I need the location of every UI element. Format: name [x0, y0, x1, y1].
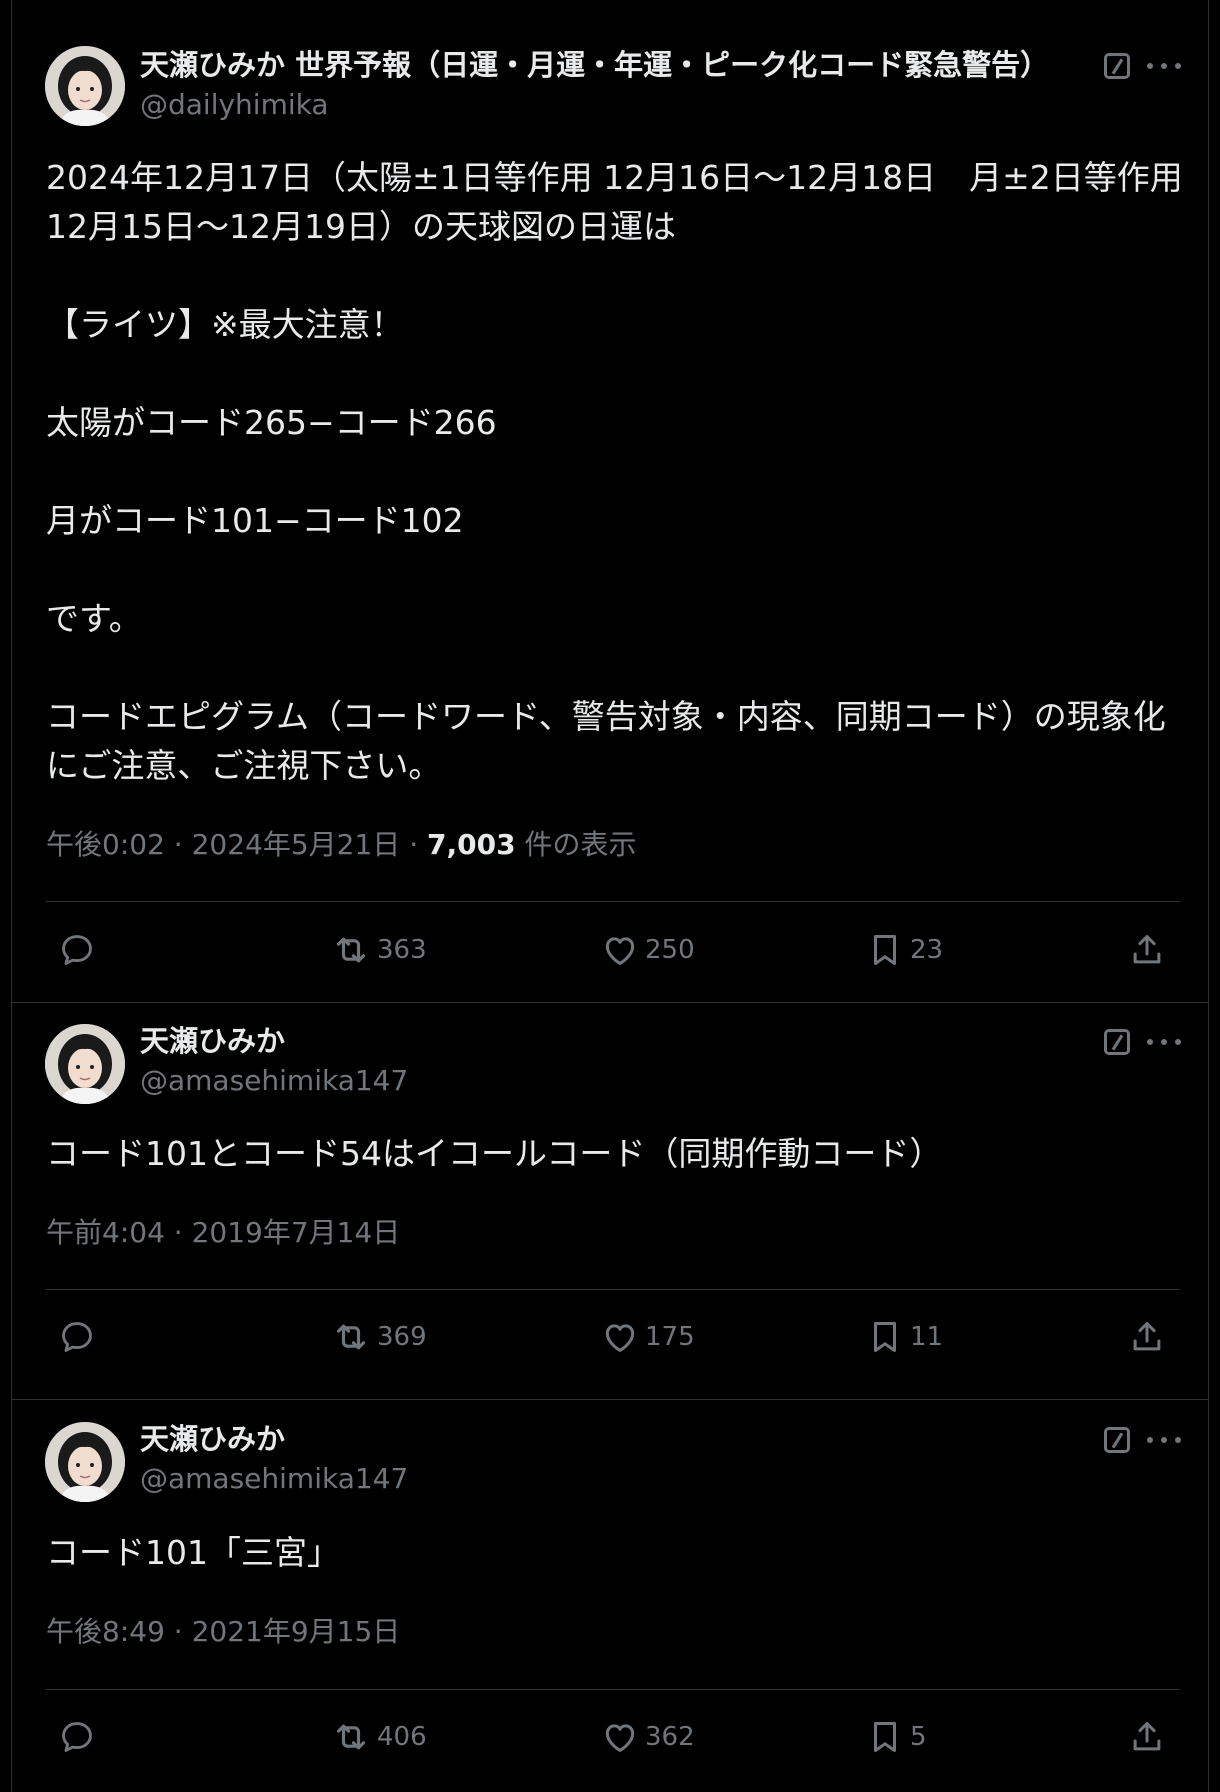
reply-icon: [62, 1722, 92, 1752]
post-time[interactable]: 午後0:02: [46, 828, 165, 861]
reply-icon: [62, 935, 92, 965]
like-icon: [605, 1724, 635, 1752]
avatar[interactable]: [45, 1024, 125, 1104]
repost-button[interactable]: 406: [331, 1712, 427, 1762]
share-icon: [1133, 1722, 1161, 1751]
reply-button[interactable]: [58, 925, 96, 975]
views-label: 件の表示: [524, 828, 637, 861]
repost-button[interactable]: 363: [331, 925, 427, 975]
action-bar: 363 250 23: [46, 925, 1180, 975]
avatar[interactable]: [45, 46, 125, 126]
bookmark-icon: [873, 1722, 897, 1752]
divider: [46, 901, 1180, 902]
author-handle[interactable]: @dailyhimika: [140, 88, 329, 122]
bookmark-button[interactable]: 5: [866, 1712, 927, 1762]
author-handle[interactable]: @amasehimika147: [140, 1064, 408, 1098]
share-button[interactable]: [1128, 1712, 1166, 1762]
like-button[interactable]: 175: [601, 1312, 695, 1362]
post-text: コード101「三宮」: [46, 1533, 340, 1572]
author-handle[interactable]: @amasehimika147: [140, 1462, 408, 1496]
post-date[interactable]: 2024年5月21日: [192, 828, 401, 861]
repost-count: 369: [377, 1322, 427, 1352]
like-count: 362: [645, 1722, 695, 1752]
post-3[interactable]: 天瀬ひみか @amasehimika147 コード101「三宮」 午後8:49 …: [11, 1400, 1209, 1792]
share-button[interactable]: [1128, 1312, 1166, 1362]
like-button[interactable]: 250: [601, 925, 695, 975]
like-button[interactable]: 362: [601, 1712, 695, 1762]
post-text: コード101とコード54はイコールコード（同期作動コード）: [46, 1134, 943, 1173]
post-time[interactable]: 午後8:49: [46, 1615, 165, 1648]
like-count: 250: [645, 935, 695, 965]
reply-button[interactable]: [58, 1312, 96, 1362]
like-count: 175: [645, 1322, 695, 1352]
share-icon: [1133, 1322, 1161, 1351]
view-count: 7,003: [427, 828, 516, 861]
reply-button[interactable]: [58, 1712, 96, 1762]
post-date[interactable]: 2021年9月15日: [192, 1615, 401, 1648]
post-meta: 午後8:49 · 2021年9月15日: [46, 1615, 401, 1648]
more-icon[interactable]: [1147, 1436, 1181, 1444]
post-2[interactable]: 天瀬ひみか @amasehimika147 コード101とコード54はイコールコ…: [11, 1003, 1209, 1400]
author-name[interactable]: 天瀬ひみか: [140, 1421, 285, 1457]
avatar[interactable]: [45, 1422, 125, 1502]
bookmark-count: 23: [910, 935, 944, 965]
repost-button[interactable]: 369: [331, 1312, 427, 1362]
repost-icon: [336, 937, 366, 963]
repost-count: 363: [377, 935, 427, 965]
more-icon[interactable]: [1147, 1038, 1181, 1046]
bookmark-button[interactable]: 23: [866, 925, 943, 975]
grok-icon[interactable]: [1104, 1427, 1130, 1453]
author-name[interactable]: 天瀬ひみか 世界予報（日運・月運・年運・ピーク化コード緊急警告）: [140, 47, 1049, 83]
share-button[interactable]: [1128, 925, 1166, 975]
repost-icon: [336, 1324, 366, 1350]
reply-icon: [62, 1322, 92, 1352]
like-icon: [605, 1324, 635, 1352]
post-meta: 午後0:02 · 2024年5月21日 · 7,003 件の表示: [46, 828, 637, 861]
repost-icon: [336, 1724, 366, 1750]
post-text: 2024年12月17日（太陽±1日等作用 12月16日〜12月18日 月±2日等…: [46, 158, 1183, 785]
divider: [46, 1289, 1180, 1290]
post-date[interactable]: 2019年7月14日: [192, 1216, 401, 1249]
share-icon: [1133, 935, 1161, 964]
grok-icon[interactable]: [1104, 1029, 1130, 1055]
post-1[interactable]: 天瀬ひみか 世界予報（日運・月運・年運・ピーク化コード緊急警告） @dailyh…: [11, 0, 1209, 1003]
more-icon[interactable]: [1147, 62, 1181, 70]
author-name[interactable]: 天瀬ひみか: [140, 1023, 285, 1059]
bookmark-icon: [873, 1322, 897, 1352]
post-meta: 午前4:04 · 2019年7月14日: [46, 1216, 401, 1249]
divider: [46, 1689, 1180, 1690]
post-time[interactable]: 午前4:04: [46, 1216, 165, 1249]
bookmark-icon: [873, 935, 897, 965]
grok-icon[interactable]: [1104, 53, 1130, 79]
action-bar: 369 175 11: [46, 1312, 1180, 1362]
action-bar: 406 362 5: [46, 1712, 1180, 1762]
bookmark-button[interactable]: 11: [866, 1312, 943, 1362]
like-icon: [605, 937, 635, 965]
bookmark-count: 5: [910, 1722, 927, 1752]
repost-count: 406: [377, 1722, 427, 1752]
bookmark-count: 11: [910, 1322, 944, 1352]
